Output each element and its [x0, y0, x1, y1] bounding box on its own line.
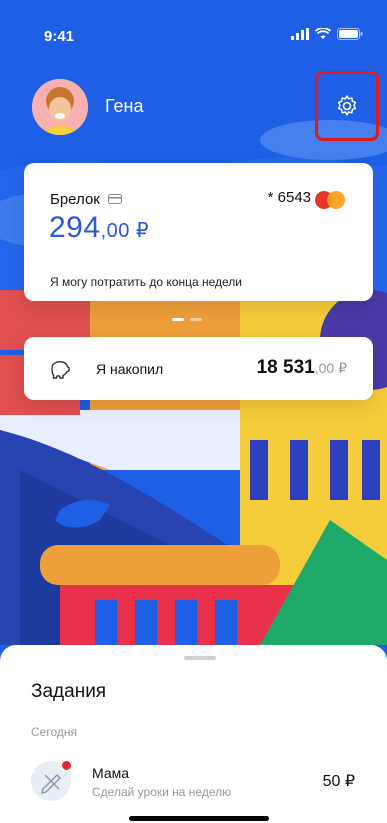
balance-card[interactable]: Брелок * 6543 294,00 ₽ Я могу потратить … [24, 163, 373, 301]
unread-indicator [60, 759, 73, 772]
status-bar: 9:41 [0, 0, 387, 60]
battery-icon [337, 28, 363, 40]
savings-label: Я накопил [96, 361, 164, 377]
savings-card[interactable]: Я накопил 18 531,00 ₽ [24, 337, 373, 400]
savings-integer: 18 531 [256, 357, 315, 378]
task-item[interactable]: Мама Сделай уроки на неделю 50 ₽ [0, 755, 387, 815]
savings-amount: 18 531,00 ₽ [257, 357, 347, 379]
card-title: Брелок [50, 191, 123, 208]
balance-decimal: ,00 ₽ [100, 220, 150, 242]
home-indicator [129, 816, 269, 821]
mastercard-icon [315, 191, 345, 209]
sheet-handle[interactable] [184, 656, 216, 660]
balance-integer: 294 [49, 211, 101, 244]
spend-limit-note: Я могу потратить до конца недели [50, 275, 242, 289]
tasks-sheet[interactable]: Задания Сегодня Мама Сделай уроки на нед… [0, 645, 387, 823]
status-icons [291, 28, 363, 40]
signal-icon [291, 28, 309, 40]
card-title-text: Брелок [50, 191, 100, 208]
pager-dot-active [172, 318, 184, 321]
card-number: * 6543 [267, 189, 311, 206]
piggy-bank-icon [51, 361, 70, 379]
tasks-section-today: Сегодня [31, 725, 77, 739]
task-description: Сделай уроки на неделю [92, 785, 232, 799]
savings-decimal: ,00 ₽ [314, 360, 347, 376]
status-time: 9:41 [44, 28, 75, 45]
card-icon [108, 194, 123, 204]
settings-button[interactable] [315, 71, 379, 141]
avatar-image [32, 79, 88, 135]
card-pager [172, 318, 202, 321]
tasks-title: Задания [31, 681, 107, 702]
profile-name[interactable]: Гена [105, 96, 144, 117]
pager-dot [190, 318, 202, 321]
wifi-icon [315, 28, 331, 39]
task-name: Мама [92, 765, 130, 781]
task-amount: 50 ₽ [322, 773, 355, 790]
card-balance: 294,00 ₽ [49, 211, 149, 245]
gear-icon [337, 95, 357, 116]
avatar[interactable] [32, 79, 88, 135]
